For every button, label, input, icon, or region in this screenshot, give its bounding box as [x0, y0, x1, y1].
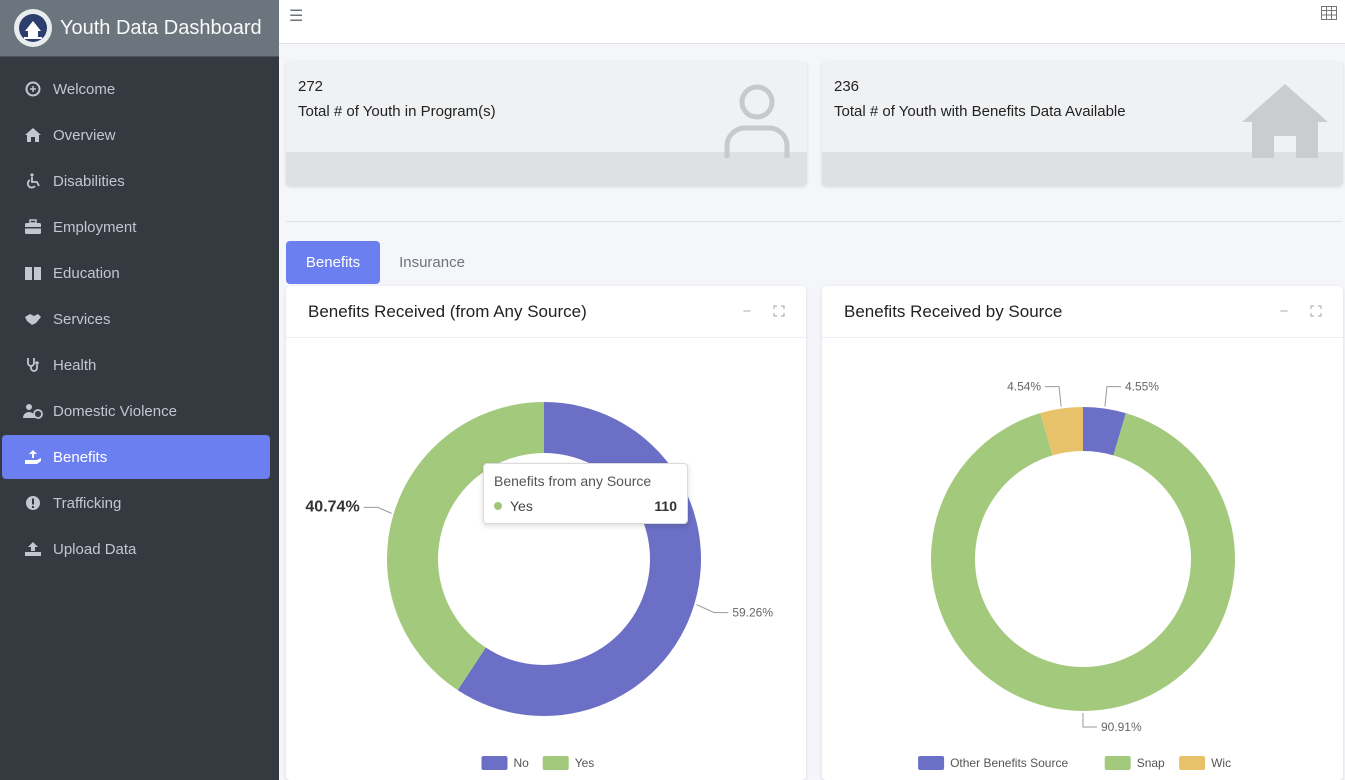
total-youth-label: Total # of Youth in Program(s) — [298, 103, 496, 120]
collapse-icon[interactable]: − — [1275, 302, 1293, 320]
card-title: Benefits Received by Source — [844, 301, 1063, 321]
sidebar-item-welcome[interactable]: Welcome — [0, 67, 271, 111]
hand-icon — [22, 81, 44, 97]
info-box-total-youth: 272 Total # of Youth in Program(s) — [286, 62, 807, 186]
app-title: Youth Data Dashboard — [60, 16, 262, 39]
tab-benefits[interactable]: Benefits — [286, 241, 380, 284]
sidebar-item-upload-data[interactable]: Upload Data — [0, 527, 271, 571]
home-icon — [22, 127, 44, 143]
card-header: Benefits Received (from Any Source) − — [286, 286, 806, 338]
tooltip-title: Benefits from any Source — [494, 473, 652, 489]
stethoscope-icon — [22, 357, 44, 373]
benefits-data-label: Total # of Youth with Benefits Data Avai… — [834, 103, 1126, 120]
card-tools: − — [1275, 302, 1325, 320]
sidebar-item-label: Disabilities — [53, 172, 125, 190]
wheelchair-icon — [22, 173, 44, 189]
card-title: Benefits Received (from Any Source) — [308, 301, 587, 321]
donut-chart-any-source: 59.26% 40.74% No Yes — [305, 402, 773, 770]
legend-label-yes[interactable]: Yes — [575, 756, 595, 770]
tooltip-value: 110 — [654, 498, 677, 514]
tab-insurance[interactable]: Insurance — [383, 241, 481, 284]
sidebar: Youth Data Dashboard Welcome Overview Di… — [0, 0, 279, 780]
sidebar-item-label: Education — [53, 264, 120, 282]
slice-snap[interactable] — [931, 413, 1235, 711]
sidebar-item-health[interactable]: Health — [0, 343, 271, 387]
data-label-other-benefits-source: 4.55% — [1125, 380, 1159, 394]
grid-icon[interactable] — [1321, 6, 1337, 25]
info-box-benefits-data: 236 Total # of Youth with Benefits Data … — [822, 62, 1343, 186]
label-leader-line — [696, 604, 729, 614]
data-label-yes: 40.74% — [305, 498, 359, 515]
collapse-icon[interactable]: − — [738, 302, 756, 320]
tooltip-series-dot — [494, 502, 502, 510]
sidebar-item-education[interactable]: Education — [0, 251, 271, 295]
top-navbar: ☰ — [279, 0, 1345, 44]
sidebar-item-disabilities[interactable]: Disabilities — [0, 159, 271, 203]
sidebar-item-label: Domestic Violence — [53, 402, 177, 420]
tooltip-series-name: Yes — [510, 498, 533, 514]
upload-icon — [22, 541, 44, 557]
hamburger-menu-icon[interactable]: ☰ — [289, 6, 303, 26]
data-label-snap: 90.91% — [1101, 720, 1142, 734]
legend-label-other-benefits-source[interactable]: Other Benefits Source — [950, 756, 1068, 770]
legend-label-snap[interactable]: Snap — [1137, 756, 1165, 770]
sidebar-item-employment[interactable]: Employment — [0, 205, 271, 249]
card-tools: − — [738, 302, 788, 320]
label-leader-line — [1082, 713, 1097, 728]
maximize-icon[interactable] — [1307, 302, 1325, 320]
slice-yes[interactable] — [386, 402, 544, 691]
legend-swatch-other-benefits-source[interactable] — [918, 756, 945, 770]
legend-swatch-wic[interactable] — [1179, 756, 1206, 770]
logo — [14, 9, 52, 47]
sidebar-item-domestic-violence[interactable]: Domestic Violence — [0, 389, 271, 433]
hand-holding-icon — [22, 449, 44, 465]
legend-label-wic[interactable]: Wic — [1211, 756, 1231, 770]
sidebar-item-label: Upload Data — [53, 540, 137, 558]
data-label-wic: 4.54% — [1007, 380, 1041, 394]
house-icon — [1242, 84, 1328, 158]
label-leader-line — [1045, 386, 1062, 407]
donut-chart-by-source: 4.55% 90.91% 4.54% Other Benefits Source Sna… — [918, 380, 1235, 770]
sidebar-item-label: Welcome — [53, 80, 116, 98]
benefits-data-value: 236 — [834, 78, 860, 95]
chart-tooltip: Benefits from any Source Yes 110 — [483, 463, 688, 524]
data-label-no: 59.26% — [732, 606, 773, 620]
legend-swatch-no[interactable] — [481, 756, 508, 770]
sidebar-item-label: Health — [53, 356, 97, 374]
legend-swatch-yes[interactable] — [542, 756, 569, 770]
card-benefits-any-source: Benefits Received (from Any Source) − 59… — [286, 286, 806, 780]
section-divider — [286, 221, 1342, 222]
sidebar-item-benefits[interactable]: Benefits — [2, 435, 270, 479]
label-leader-line — [363, 506, 392, 514]
card-benefits-by-source: Benefits Received by Source − 4.55% 90.91… — [822, 286, 1343, 780]
exclamation-circle-icon — [22, 495, 44, 511]
user-icon — [724, 84, 790, 158]
maximize-icon[interactable] — [770, 302, 788, 320]
sidebar-item-services[interactable]: Services — [0, 297, 271, 341]
sidebar-item-overview[interactable]: Overview — [0, 113, 271, 157]
sidebar-item-trafficking[interactable]: Trafficking — [0, 481, 271, 525]
handshake-icon — [22, 311, 44, 327]
label-leader-line — [1104, 386, 1121, 407]
legend-swatch-snap[interactable] — [1104, 756, 1131, 770]
user-shield-icon — [22, 403, 44, 419]
sidebar-item-label: Employment — [53, 218, 137, 236]
legend-label-no[interactable]: No — [514, 756, 530, 770]
total-youth-value: 272 — [298, 78, 324, 95]
card-header: Benefits Received by Source − — [822, 286, 1343, 338]
sidebar-item-label: Services — [53, 310, 111, 328]
brand[interactable]: Youth Data Dashboard — [0, 0, 279, 57]
book-icon — [22, 265, 44, 281]
sidebar-item-label: Overview — [53, 126, 116, 144]
sidebar-nav: Welcome Overview Disabilities Employment… — [0, 57, 279, 571]
sidebar-item-label: Benefits — [53, 448, 108, 466]
sidebar-item-label: Trafficking — [53, 494, 122, 512]
briefcase-icon — [22, 219, 44, 235]
tooltip-row: Yes 110 — [494, 498, 677, 514]
